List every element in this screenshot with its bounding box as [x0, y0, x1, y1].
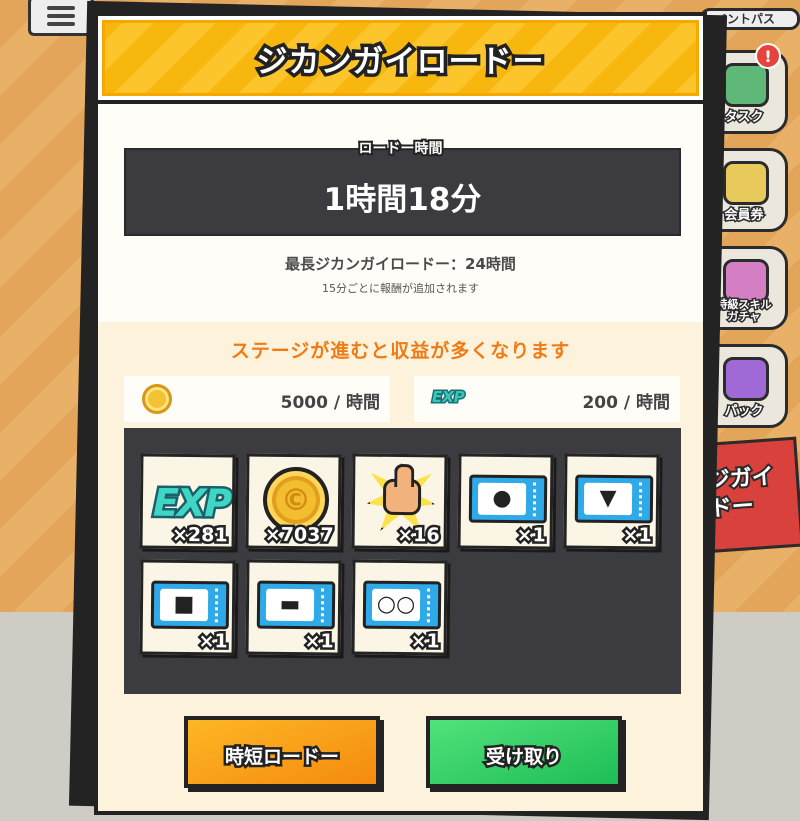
reward-item-shoes-ticket[interactable]: ▬ ×1 — [245, 559, 342, 656]
coin-rate-value: 5000 / 時間 — [280, 393, 380, 413]
work-time-value: 1時間18分 — [323, 182, 482, 218]
menu-icon[interactable] — [28, 0, 94, 36]
work-time-label: ロードー時間 — [357, 139, 445, 159]
reward-quantity: ×1 — [514, 522, 548, 549]
reward-quantity: ×16 — [395, 521, 443, 548]
checklist-icon — [723, 63, 769, 107]
glasses-ticket-icon: ○○ — [362, 580, 442, 630]
dialog-header: ジカンガイロードー — [98, 16, 703, 104]
reward-grid: EXP ×281 © ×7037 ×16 ● ×1 ▼ ×1 ■ ×1 ▬ ×1… — [124, 428, 681, 694]
stage-hint-text: ステージが進むと収益が多くなります — [230, 340, 571, 362]
suit-ticket-icon: ▼ — [574, 474, 654, 524]
coin-rate: 5000 / 時間 — [124, 376, 390, 422]
work-time-panel: 1時間18分 — [124, 148, 681, 236]
reward-item-coin[interactable]: © ×7037 — [245, 453, 342, 550]
claim-label: 受け取り — [483, 744, 564, 771]
reward-interval-note: 15分ごとに報酬が追加されます — [322, 282, 479, 295]
reward-item-suit-ticket[interactable]: ▼ ×1 — [563, 453, 660, 550]
coin-icon — [142, 384, 172, 414]
exp-rate: EXP 200 / 時間 — [414, 376, 680, 422]
vip-card-icon — [723, 161, 769, 205]
reward-item-glasses-ticket[interactable]: ○○ ×1 — [351, 559, 448, 656]
reward-item-exp[interactable]: EXP ×281 — [139, 453, 236, 550]
claim-button[interactable]: 受け取り — [426, 716, 622, 788]
thumbs-up-icon — [382, 478, 422, 516]
reward-quantity: ×1 — [302, 628, 336, 655]
work-time-label-wrap: ロードー時間 — [98, 138, 703, 159]
exp-icon: EXP — [150, 478, 233, 528]
reward-item-hair-ticket[interactable]: ● ×1 — [457, 453, 554, 550]
reward-quantity: ×1 — [620, 522, 654, 549]
reward-quantity: ×7037 — [262, 521, 336, 549]
gacha-icon — [723, 259, 769, 303]
gift-box-icon — [723, 357, 769, 401]
max-time-text: 最長ジカンガイロードー：24時間 — [285, 255, 516, 273]
alert-badge: ! — [755, 43, 781, 69]
exp-icon: EXP — [431, 387, 467, 408]
shoes-ticket-icon: ▬ — [256, 580, 336, 630]
overtime-dialog: ジカンガイロードー 1時間18分 ロードー時間 最長ジカンガイロードー：24時間… — [94, 12, 707, 815]
exp-rate-value: 200 / 時間 — [582, 393, 670, 413]
reward-quantity: ×1 — [408, 628, 442, 655]
reward-quantity: ×1 — [196, 628, 230, 655]
reward-item-thumbs-up[interactable]: ×16 — [351, 453, 448, 550]
shirt-ticket-icon: ■ — [150, 580, 230, 630]
shorten-work-label: 時短ロードー — [222, 744, 341, 771]
dialog-title: ジカンガイロードー — [253, 41, 547, 84]
hair-ticket-icon: ● — [468, 474, 548, 524]
shorten-work-button[interactable]: 時短ロードー — [184, 716, 380, 788]
reward-item-shirt-ticket[interactable]: ■ ×1 — [139, 559, 236, 656]
reward-quantity: ×281 — [169, 521, 230, 549]
